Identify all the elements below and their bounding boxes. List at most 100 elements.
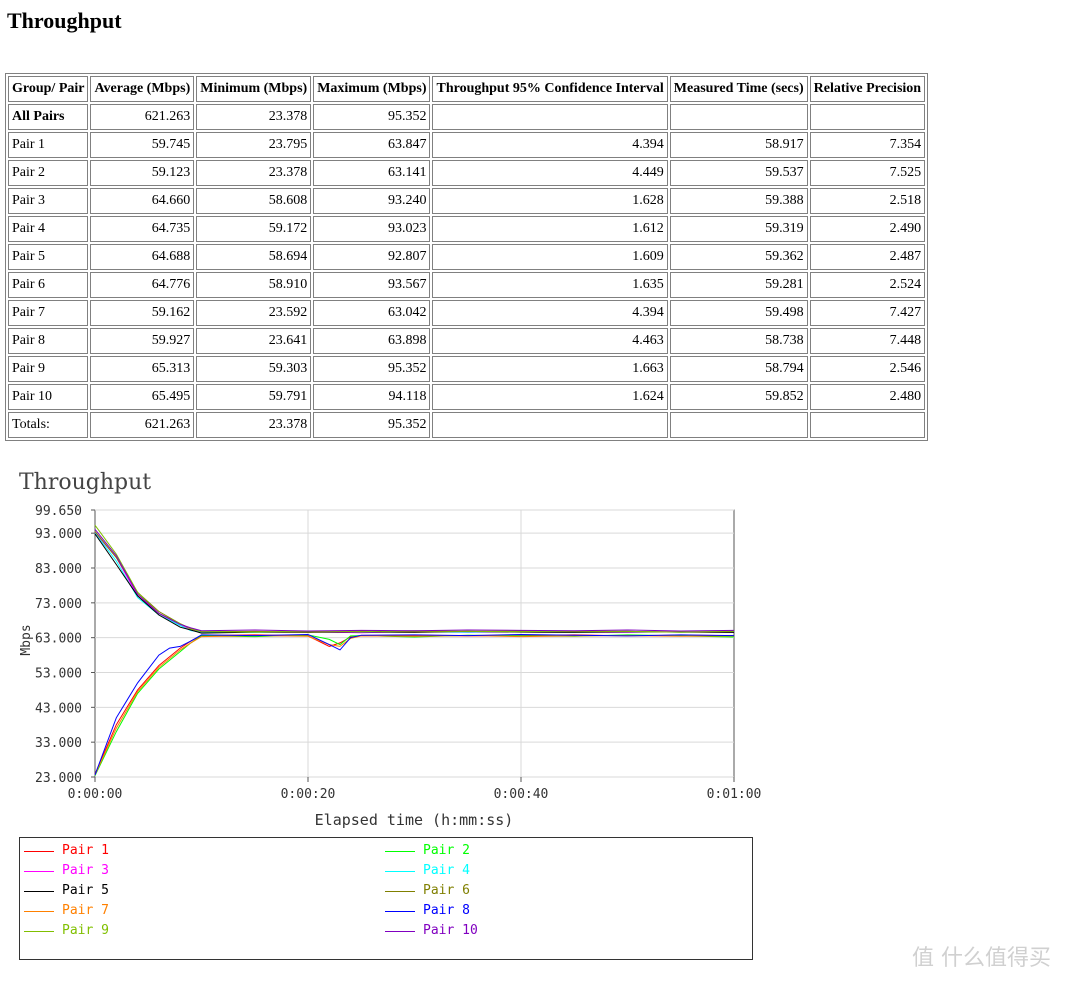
cell-confidence-interval: 1.624 bbox=[432, 384, 668, 410]
cell-group-pair: All Pairs bbox=[8, 104, 89, 130]
cell-minimum: 59.303 bbox=[196, 356, 312, 382]
legend-swatch bbox=[24, 931, 54, 932]
page-title: Throughput bbox=[7, 8, 122, 33]
cell-minimum: 58.608 bbox=[196, 188, 312, 214]
legend-label: Pair 1 bbox=[62, 843, 109, 858]
cell-average: 621.263 bbox=[90, 104, 195, 130]
cell-measured-time: 58.794 bbox=[669, 356, 808, 382]
cell-minimum: 23.641 bbox=[196, 328, 312, 354]
cell-average: 59.123 bbox=[90, 160, 195, 186]
cell-relative-precision: 2.524 bbox=[809, 272, 926, 298]
cell-maximum: 92.807 bbox=[313, 244, 431, 270]
table-row: Pair 8 59.927 23.641 63.898 4.463 58.738 7.448 bbox=[8, 328, 926, 354]
legend-swatch bbox=[24, 891, 54, 892]
cell-measured-time: 59.281 bbox=[669, 272, 808, 298]
cell-relative-precision: 2.518 bbox=[809, 188, 926, 214]
cell-confidence-interval: 1.609 bbox=[432, 244, 668, 270]
cell-minimum: 23.795 bbox=[196, 132, 312, 158]
cell-maximum: 63.847 bbox=[313, 132, 431, 158]
cell-average: 64.688 bbox=[90, 244, 195, 270]
y-tick-label: 43.000 bbox=[35, 701, 82, 716]
cell-measured-time: 59.498 bbox=[669, 300, 808, 326]
cell-measured-time: 58.738 bbox=[669, 328, 808, 354]
cell-confidence-interval: 4.449 bbox=[432, 160, 668, 186]
cell-average: 65.313 bbox=[90, 356, 195, 382]
cell-relative-precision bbox=[809, 412, 926, 438]
legend-swatch bbox=[24, 871, 54, 872]
legend-swatch bbox=[24, 911, 54, 912]
table-header-row: Group/ Pair Average (Mbps) Minimum (Mbps… bbox=[8, 76, 926, 102]
cell-maximum: 95.352 bbox=[313, 356, 431, 382]
cell-group-pair: Pair 1 bbox=[8, 132, 89, 158]
legend-label: Pair 9 bbox=[62, 923, 109, 938]
cell-average: 59.745 bbox=[90, 132, 195, 158]
cell-maximum: 95.352 bbox=[313, 104, 431, 130]
cell-confidence-interval bbox=[432, 104, 668, 130]
table-row: Totals: 621.263 23.378 95.352 bbox=[8, 412, 926, 438]
y-tick-label: 33.000 bbox=[35, 736, 82, 751]
cell-maximum: 93.240 bbox=[313, 188, 431, 214]
results-table: Group/ Pair Average (Mbps) Minimum (Mbps… bbox=[5, 73, 929, 441]
header-maximum: Maximum (Mbps) bbox=[313, 76, 431, 102]
cell-group-pair: Pair 5 bbox=[8, 244, 89, 270]
table-body: All Pairs 621.263 23.378 95.352 Pair 1 59.745… bbox=[8, 104, 926, 438]
chart-legend: Pair 1 Pair 2 Pair 3 Pair 4 Pair 5 Pair 6 Pair… bbox=[19, 837, 753, 960]
legend-swatch bbox=[385, 911, 415, 912]
cell-measured-time: 59.388 bbox=[669, 188, 808, 214]
header-minimum: Minimum (Mbps) bbox=[196, 76, 312, 102]
cell-group-pair: Pair 10 bbox=[8, 384, 89, 410]
header-measured-time: Measured Time (secs) bbox=[669, 76, 808, 102]
table-row: Pair 1 59.745 23.795 63.847 4.394 58.917 7.354 bbox=[8, 132, 926, 158]
cell-measured-time bbox=[669, 104, 808, 130]
cell-confidence-interval bbox=[432, 412, 668, 438]
legend-swatch bbox=[385, 871, 415, 872]
cell-average: 64.735 bbox=[90, 216, 195, 242]
cell-group-pair: Pair 3 bbox=[8, 188, 89, 214]
cell-group-pair: Pair 6 bbox=[8, 272, 89, 298]
table-row: Pair 7 59.162 23.592 63.042 4.394 59.498 7.427 bbox=[8, 300, 926, 326]
x-tick-label: 0:00:40 bbox=[494, 787, 549, 802]
cell-measured-time bbox=[669, 412, 808, 438]
cell-relative-precision bbox=[809, 104, 926, 130]
cell-minimum: 23.378 bbox=[196, 412, 312, 438]
x-axis-label: Elapsed time (h:mm:ss) bbox=[315, 811, 514, 829]
cell-minimum: 59.172 bbox=[196, 216, 312, 242]
header-relative-precision: Relative Precision bbox=[809, 76, 926, 102]
y-tick-label: 93.000 bbox=[35, 527, 82, 542]
cell-maximum: 63.042 bbox=[313, 300, 431, 326]
cell-maximum: 93.567 bbox=[313, 272, 431, 298]
cell-average: 64.776 bbox=[90, 272, 195, 298]
cell-measured-time: 59.319 bbox=[669, 216, 808, 242]
legend-swatch bbox=[385, 931, 415, 932]
cell-confidence-interval: 4.394 bbox=[432, 132, 668, 158]
chart-svg: 23.000 33.000 43.000 53.000 63.000 73.000 83.0… bbox=[19, 504, 762, 829]
cell-average: 64.660 bbox=[90, 188, 195, 214]
cell-minimum: 23.592 bbox=[196, 300, 312, 326]
cell-average: 65.495 bbox=[90, 384, 195, 410]
cell-maximum: 63.141 bbox=[313, 160, 431, 186]
x-tick-label: 0:01:00 bbox=[707, 787, 762, 802]
cell-relative-precision: 2.487 bbox=[809, 244, 926, 270]
table-row: Pair 6 64.776 58.910 93.567 1.635 59.281 2.524 bbox=[8, 272, 926, 298]
cell-group-pair: Pair 8 bbox=[8, 328, 89, 354]
cell-relative-precision: 7.354 bbox=[809, 132, 926, 158]
cell-confidence-interval: 4.463 bbox=[432, 328, 668, 354]
legend-label: Pair 10 bbox=[423, 923, 478, 938]
cell-relative-precision: 7.427 bbox=[809, 300, 926, 326]
header-average: Average (Mbps) bbox=[90, 76, 195, 102]
cell-relative-precision: 7.448 bbox=[809, 328, 926, 354]
legend-label: Pair 5 bbox=[62, 883, 109, 898]
cell-maximum: 63.898 bbox=[313, 328, 431, 354]
legend-label: Pair 3 bbox=[62, 863, 109, 878]
table-row: Pair 5 64.688 58.694 92.807 1.609 59.362 2.487 bbox=[8, 244, 926, 270]
x-tick-label: 0:00:00 bbox=[68, 787, 123, 802]
cell-maximum: 93.023 bbox=[313, 216, 431, 242]
header-group-pair: Group/ Pair bbox=[8, 76, 89, 102]
cell-minimum: 23.378 bbox=[196, 160, 312, 186]
cell-average: 59.162 bbox=[90, 300, 195, 326]
y-tick-label: 73.000 bbox=[35, 597, 82, 612]
cell-average: 621.263 bbox=[90, 412, 195, 438]
watermark-logo: 值 什么值得买 bbox=[912, 946, 1051, 971]
cell-confidence-interval: 4.394 bbox=[432, 300, 668, 326]
header-confidence-interval: Throughput 95% Confidence Interval bbox=[432, 76, 668, 102]
